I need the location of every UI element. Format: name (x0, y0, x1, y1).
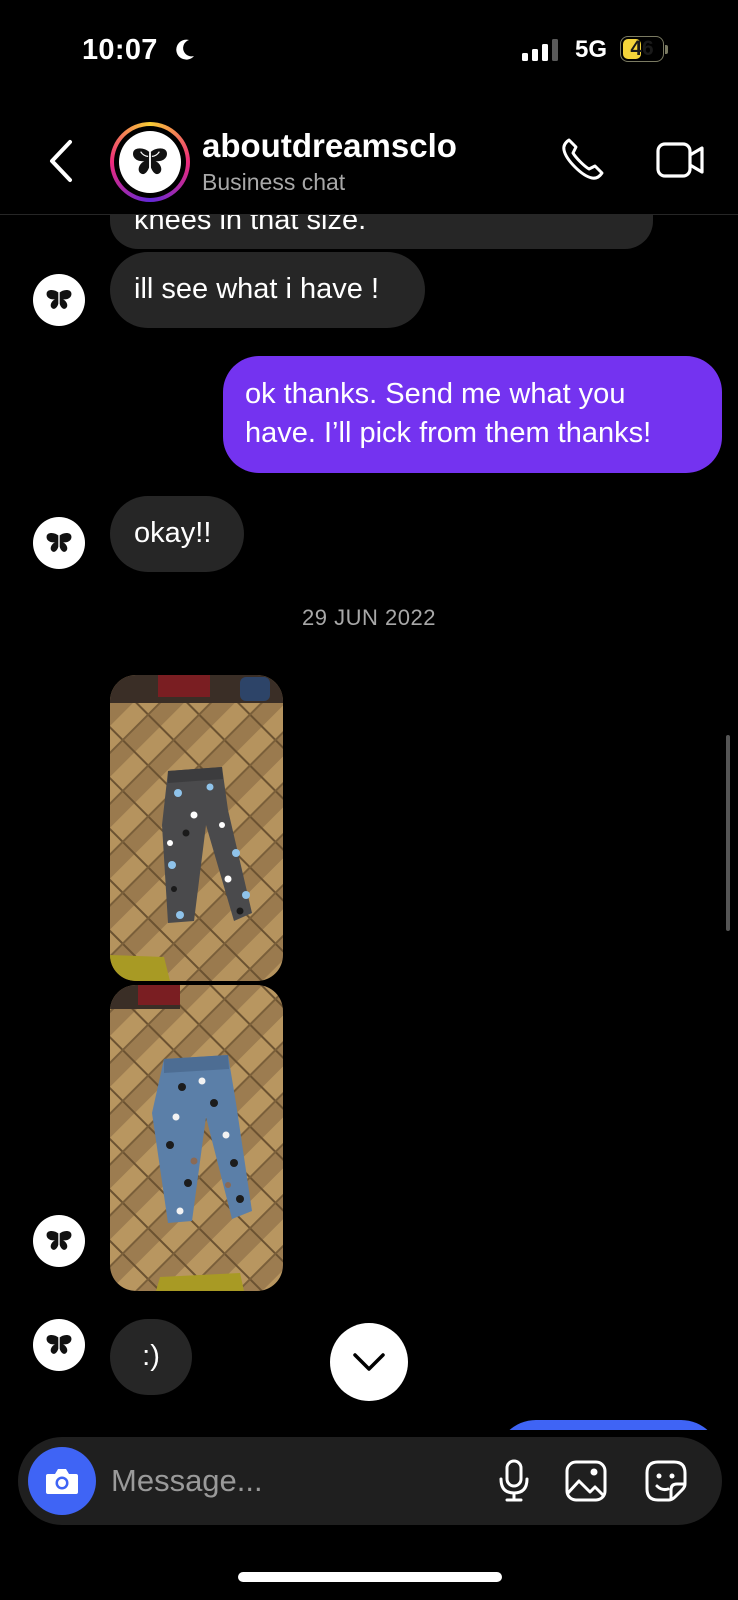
incoming-message[interactable]: :) (110, 1319, 192, 1395)
photo-message[interactable] (110, 675, 283, 981)
sticker-icon[interactable] (644, 1459, 688, 1508)
battery-icon: 46 (620, 36, 668, 64)
butterfly-icon (46, 290, 72, 309)
sender-avatar[interactable] (33, 517, 85, 569)
battery-level: 46 (630, 37, 654, 60)
phone-call-icon[interactable] (560, 136, 606, 187)
contact-name[interactable]: aboutdreamsclo (202, 127, 457, 165)
sender-avatar[interactable] (33, 1319, 85, 1371)
incoming-message[interactable]: okay!! (110, 496, 244, 572)
photo-message[interactable] (110, 985, 283, 1291)
sender-avatar[interactable] (33, 274, 85, 326)
photo-grey-jeans-butterflies-icon (110, 675, 283, 981)
microphone-icon[interactable] (496, 1459, 532, 1508)
focus-moon-icon (174, 38, 196, 67)
contact-subtitle: Business chat (202, 169, 346, 195)
gallery-icon[interactable] (564, 1459, 608, 1508)
butterfly-icon (133, 148, 167, 175)
butterfly-icon (46, 533, 72, 552)
incoming-message-partial[interactable]: knees in that size. (110, 215, 653, 249)
camera-icon (46, 1469, 78, 1494)
camera-button[interactable] (28, 1447, 96, 1515)
scroll-to-bottom-button[interactable] (330, 1323, 408, 1401)
home-indicator[interactable] (238, 1572, 502, 1582)
incoming-message[interactable]: ill see what i have ! (110, 252, 425, 328)
back-chevron-icon[interactable] (44, 138, 78, 189)
butterfly-icon (46, 1335, 72, 1354)
message-thread[interactable]: knees in that size. ill see what i have … (0, 215, 738, 1430)
date-separator: 29 JUN 2022 (302, 605, 436, 630)
outgoing-message-partial[interactable] (496, 1420, 721, 1430)
sender-avatar[interactable] (33, 1215, 85, 1267)
contact-avatar[interactable] (110, 122, 190, 202)
message-input[interactable] (111, 1459, 471, 1503)
outgoing-message[interactable]: ok thanks. Send me what you have. I’ll p… (223, 356, 722, 473)
thread-scrollbar[interactable] (726, 735, 730, 931)
message-composer (18, 1437, 722, 1525)
status-time: 10:07 (82, 34, 158, 66)
video-call-icon[interactable] (656, 140, 706, 185)
photo-blue-jeans-butterflies-icon (110, 985, 283, 1291)
network-type: 5G (575, 36, 608, 63)
cellular-signal-icon (522, 39, 558, 61)
butterfly-icon (46, 1231, 72, 1250)
chevron-down-icon (353, 1353, 385, 1371)
